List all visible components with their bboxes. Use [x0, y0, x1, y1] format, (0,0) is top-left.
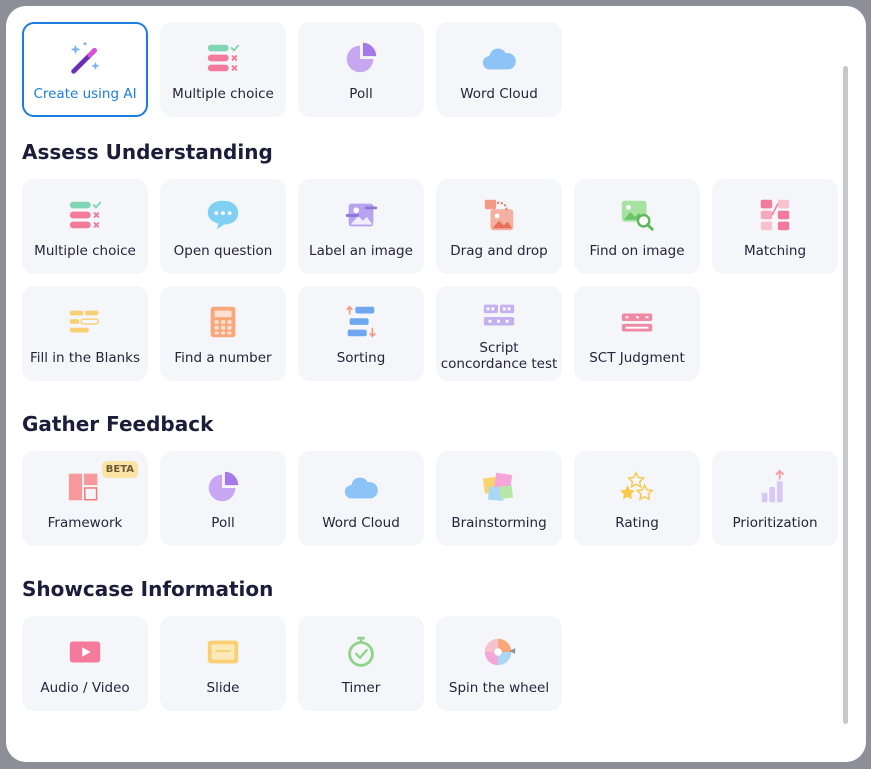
speech-bubble-icon [203, 195, 243, 235]
tile-label: Word Cloud [322, 514, 400, 531]
rating-tile[interactable]: Rating [574, 451, 700, 546]
beta-badge: BETA [101, 461, 138, 478]
tile-label: Find a number [174, 349, 272, 366]
sct-judgment-icon [617, 302, 657, 342]
tile-label: Multiple choice [34, 242, 136, 259]
pie-chart-icon [203, 467, 243, 507]
matching-tile[interactable]: Matching [712, 179, 838, 274]
tile-label: Rating [615, 514, 659, 531]
label-image-icon [341, 195, 381, 235]
framework-tile[interactable]: BETA Framework [22, 451, 148, 546]
quick-create-row: Create using AI Multiple choice Poll Wor… [22, 22, 842, 117]
cloud-icon [341, 467, 381, 507]
find-on-image-tile[interactable]: Find on image [574, 179, 700, 274]
feedback-word-cloud-tile[interactable]: Word Cloud [298, 451, 424, 546]
prioritization-tile[interactable]: Prioritization [712, 451, 838, 546]
bar-growth-icon [755, 467, 795, 507]
sorting-tile[interactable]: Sorting [298, 286, 424, 381]
tile-label: Matching [743, 242, 807, 259]
pie-chart-icon [341, 38, 381, 78]
tile-label: Script concordance test [440, 339, 558, 372]
tile-label: Fill in the Blanks [29, 349, 141, 366]
audio-video-tile[interactable]: Audio / Video [22, 616, 148, 711]
slide-icon [203, 632, 243, 672]
play-video-icon [65, 632, 105, 672]
sct-judgment-tile[interactable]: SCT Judgment [574, 286, 700, 381]
tile-label: Audio / Video [40, 679, 130, 696]
showcase-row: Audio / Video Slide Timer Spin the wheel [22, 616, 842, 711]
modal-scrollbar[interactable] [843, 66, 848, 724]
multiple-choice-tile[interactable]: Multiple choice [160, 22, 286, 117]
open-question-tile[interactable]: Open question [160, 179, 286, 274]
assess-multiple-choice-tile[interactable]: Multiple choice [22, 179, 148, 274]
stars-icon [617, 467, 657, 507]
cloud-icon [479, 38, 519, 78]
section-title-assess: Assess Understanding [22, 140, 273, 164]
stopwatch-icon [341, 632, 381, 672]
timer-tile[interactable]: Timer [298, 616, 424, 711]
script-concordance-icon [479, 296, 519, 336]
matching-icon [755, 195, 795, 235]
multiple-choice-icon [203, 38, 243, 78]
script-concordance-tile[interactable]: Script concordance test [436, 286, 562, 381]
tile-label: Label an image [309, 242, 413, 259]
tile-label: Find on image [589, 242, 685, 259]
tile-label: Multiple choice [172, 85, 274, 102]
drag-and-drop-tile[interactable]: Drag and drop [436, 179, 562, 274]
tile-label: Sorting [336, 349, 386, 366]
tile-label: Poll [211, 514, 235, 531]
find-image-icon [617, 195, 657, 235]
fill-blanks-icon [65, 302, 105, 342]
feedback-row: BETA Framework Poll Word Cloud Brainstor… [22, 451, 842, 546]
framework-icon [65, 467, 105, 507]
section-title-showcase: Showcase Information [22, 577, 274, 601]
label-image-tile[interactable]: Label an image [298, 179, 424, 274]
tile-label: Drag and drop [450, 242, 548, 259]
sorting-icon [341, 302, 381, 342]
multiple-choice-icon [65, 195, 105, 235]
tile-label: Create using AI [33, 85, 137, 102]
magic-wand-icon [65, 38, 105, 78]
tile-label: Open question [173, 242, 273, 259]
brainstorming-tile[interactable]: Brainstorming [436, 451, 562, 546]
activity-picker: Create using AI Multiple choice Poll Wor… [22, 22, 842, 711]
assess-row-2: Fill in the Blanks Find a number Sorting… [22, 286, 842, 381]
tile-label: SCT Judgment [589, 349, 685, 366]
wheel-icon [479, 632, 519, 672]
calculator-icon [203, 302, 243, 342]
add-activity-modal: Create using AI Multiple choice Poll Wor… [6, 6, 866, 762]
find-number-tile[interactable]: Find a number [160, 286, 286, 381]
tile-label: Timer [341, 679, 381, 696]
feedback-poll-tile[interactable]: Poll [160, 451, 286, 546]
slide-tile[interactable]: Slide [160, 616, 286, 711]
assess-row-1: Multiple choice Open question Label an i… [22, 179, 842, 274]
spin-wheel-tile[interactable]: Spin the wheel [436, 616, 562, 711]
sticky-notes-icon [479, 467, 519, 507]
poll-tile[interactable]: Poll [298, 22, 424, 117]
create-using-ai-tile[interactable]: Create using AI [22, 22, 148, 117]
word-cloud-tile[interactable]: Word Cloud [436, 22, 562, 117]
fill-blanks-tile[interactable]: Fill in the Blanks [22, 286, 148, 381]
tile-label: Framework [47, 514, 123, 531]
tile-label: Word Cloud [460, 85, 538, 102]
drag-drop-icon [479, 195, 519, 235]
tile-label: Spin the wheel [448, 679, 550, 696]
section-title-feedback: Gather Feedback [22, 412, 214, 436]
tile-label: Brainstorming [451, 514, 547, 531]
tile-label: Slide [206, 679, 240, 696]
tile-label: Prioritization [732, 514, 818, 531]
tile-label: Poll [349, 85, 373, 102]
